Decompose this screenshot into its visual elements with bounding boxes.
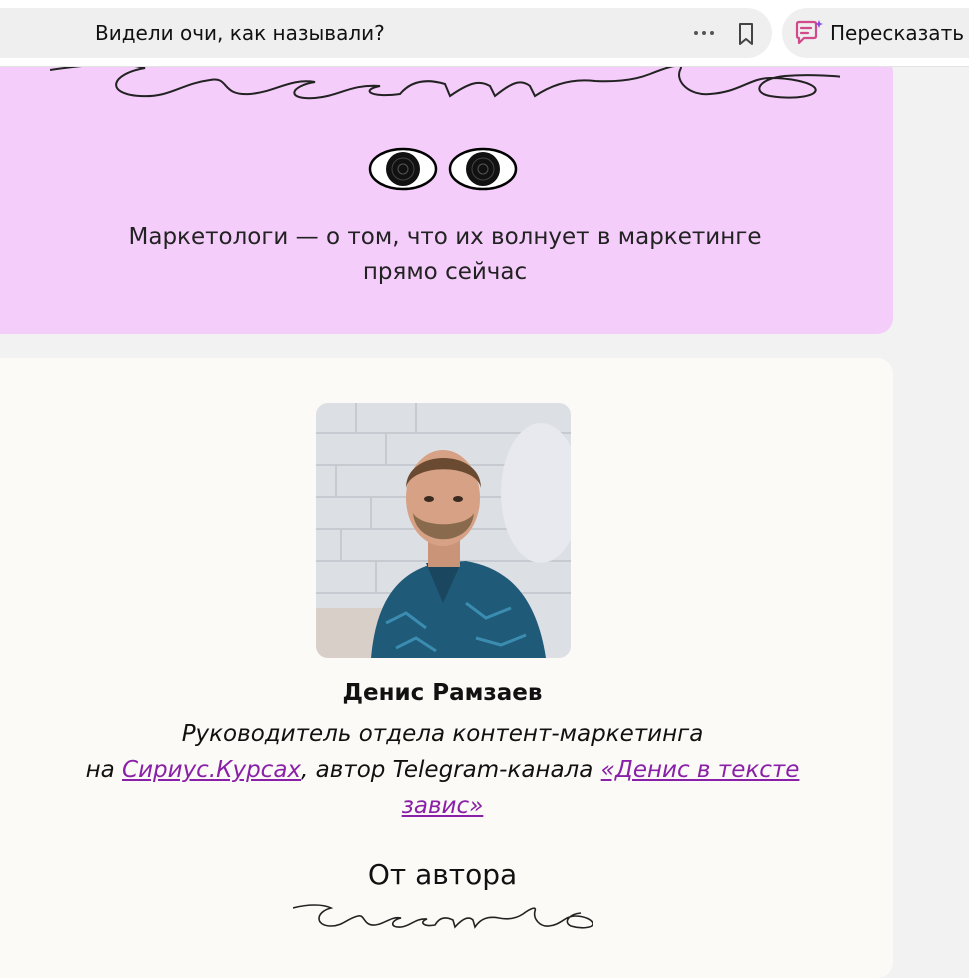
promo-text-line1: Маркетологи — о том, что их волнует в ма… xyxy=(128,224,762,250)
author-card: Денис Рамзаев Руководитель отдела контен… xyxy=(0,358,893,978)
role-prefix: на xyxy=(85,757,123,783)
article-title: Видели очи, как называли? xyxy=(95,21,385,45)
author-role-line1: Руководитель отдела контент-маркетинга xyxy=(181,721,704,747)
retell-button[interactable]: Пересказать xyxy=(782,8,969,58)
article-title-bar: Видели очи, как называли? xyxy=(0,8,772,58)
promo-text-line2: прямо сейчас xyxy=(362,259,528,285)
bookmark-icon xyxy=(739,23,753,45)
retell-label: Пересказать xyxy=(830,21,965,45)
company-link[interactable]: Сириус.Курсах xyxy=(122,757,301,783)
browser-top-bar: Видели очи, как называли? Пересказать xyxy=(0,0,969,67)
author-role: Руководитель отдела контент-маркетинга н… xyxy=(60,716,825,824)
author-role-line2: на Сириус.Курсах, автор Telegram-канала … xyxy=(60,752,825,824)
role-middle: , автор Telegram-канала xyxy=(301,757,601,783)
bookmark-button[interactable] xyxy=(732,20,760,48)
author-photo xyxy=(316,403,571,658)
more-dots-icon xyxy=(694,31,698,35)
chestno-small-logo-icon xyxy=(293,904,593,929)
promo-card: Маркетологи — о том, что их волнует в ма… xyxy=(0,56,893,334)
retell-summary-icon xyxy=(795,20,823,45)
more-options-button[interactable] xyxy=(686,20,722,46)
promo-description: Маркетологи — о том, что их волнует в ма… xyxy=(60,220,830,290)
section-heading: От автора xyxy=(367,858,518,891)
eyes-icon xyxy=(368,147,518,191)
author-name: Денис Рамзаев xyxy=(342,680,543,706)
